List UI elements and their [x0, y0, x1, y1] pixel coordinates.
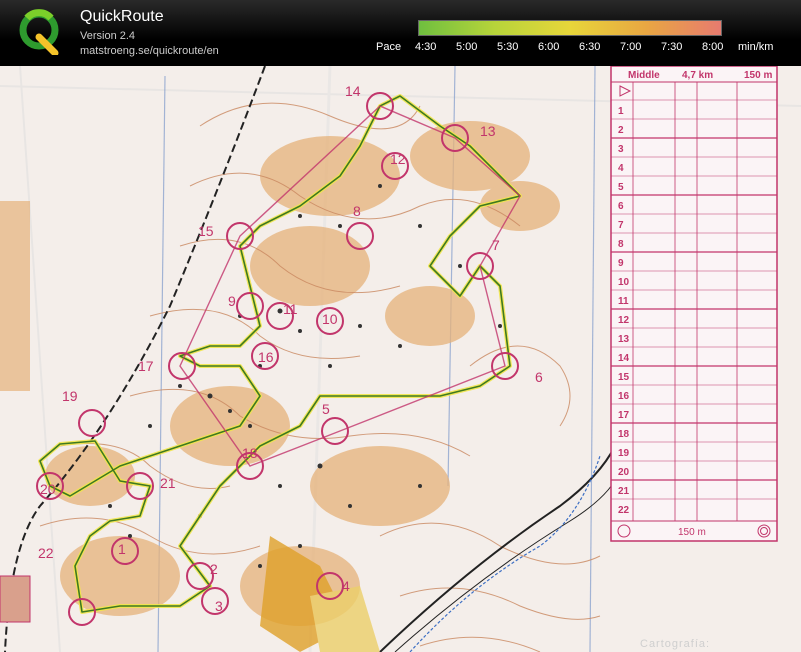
- app-header: QuickRoute Version 2.4 matstroeng.se/qui…: [0, 0, 801, 66]
- pace-tick: 4:30: [415, 41, 437, 53]
- orienteering-map: 141312157910111781661951820 2122 1234 Midd…: [0, 66, 801, 652]
- control-number: 16: [258, 349, 274, 365]
- control-number: 1: [118, 541, 126, 557]
- sheet-row-number: 16: [618, 391, 630, 402]
- control-number: 3: [215, 598, 223, 614]
- control-number: 22: [38, 545, 54, 561]
- control-number: 14: [345, 83, 361, 99]
- control-description-sheet: Middle 4,7 km 150 m 12345678910111213141…: [610, 66, 778, 542]
- map-edge-block: [0, 575, 31, 623]
- sheet-background: [610, 66, 778, 542]
- control-number: 13: [480, 123, 496, 139]
- sheet-row-number: 12: [618, 315, 630, 326]
- control-number: 6: [535, 369, 543, 385]
- control-number: 2: [210, 561, 218, 577]
- sheet-row-number: 22: [618, 505, 630, 516]
- pace-tick: 7:00: [620, 41, 642, 53]
- sheet-row-number: 3: [618, 144, 624, 155]
- sheet-row-number: 6: [618, 201, 624, 212]
- control-number: 4: [342, 578, 350, 594]
- sheet-row-number: 7: [618, 220, 624, 231]
- sheet-climb: 150 m: [744, 70, 772, 81]
- control-number: 12: [390, 151, 406, 167]
- control-number: 5: [322, 401, 330, 417]
- control-number: 10: [322, 311, 338, 327]
- control-number: 7: [492, 237, 500, 253]
- control-number: 20: [40, 481, 56, 497]
- sheet-row-number: 14: [618, 353, 630, 364]
- sheet-row-number: 19: [618, 448, 630, 459]
- pace-tick: 6:00: [538, 41, 560, 53]
- pace-tick: 8:00: [702, 41, 724, 53]
- sheet-row-number: 21: [618, 486, 630, 497]
- finish-distance: 150 m: [678, 527, 706, 538]
- sheet-row-number: 17: [618, 410, 630, 421]
- left-map-edge: [0, 201, 30, 391]
- map-credit: Cartografía:: [640, 638, 711, 650]
- pace-tick: 6:30: [579, 41, 601, 53]
- sheet-row-number: 18: [618, 429, 630, 440]
- control-number: 18: [242, 445, 258, 461]
- sheet-row-number: 10: [618, 277, 630, 288]
- sheet-row-number: 5: [618, 182, 624, 193]
- sheet-row-number: 20: [618, 467, 630, 478]
- pace-tick: 5:00: [456, 41, 478, 53]
- sheet-row-number: 11: [618, 296, 629, 307]
- control-number: 15: [198, 223, 214, 239]
- control-number: 21: [160, 475, 176, 491]
- pace-tick: 5:30: [497, 41, 519, 53]
- sheet-row-number: 2: [618, 125, 624, 136]
- sheet-length: 4,7 km: [682, 70, 713, 81]
- pace-label: Pace: [376, 41, 402, 53]
- sheet-row-number: 15: [618, 372, 630, 383]
- sheet-row-number: 13: [618, 334, 630, 345]
- app-title: QuickRoute: [80, 8, 164, 25]
- sheet-row-number: 4: [618, 163, 624, 174]
- sheet-row-number: 8: [618, 239, 624, 250]
- pace-unit: min/km: [738, 41, 774, 53]
- app-version: Version 2.4: [80, 30, 136, 42]
- pace-color-bar: [418, 20, 722, 36]
- pace-tick: 7:30: [661, 41, 683, 53]
- app-url: matstroeng.se/quickroute/en: [80, 45, 219, 57]
- control-number: 17: [138, 358, 154, 374]
- quickroute-logo-icon: [19, 9, 59, 55]
- sheet-row-number: 9: [618, 258, 624, 269]
- sheet-class: Middle: [628, 70, 660, 81]
- sheet-row-number: 1: [618, 106, 624, 117]
- control-number: 11: [283, 301, 298, 317]
- control-number: 19: [62, 388, 78, 404]
- control-number: 9: [228, 293, 236, 309]
- control-number: 8: [353, 203, 361, 219]
